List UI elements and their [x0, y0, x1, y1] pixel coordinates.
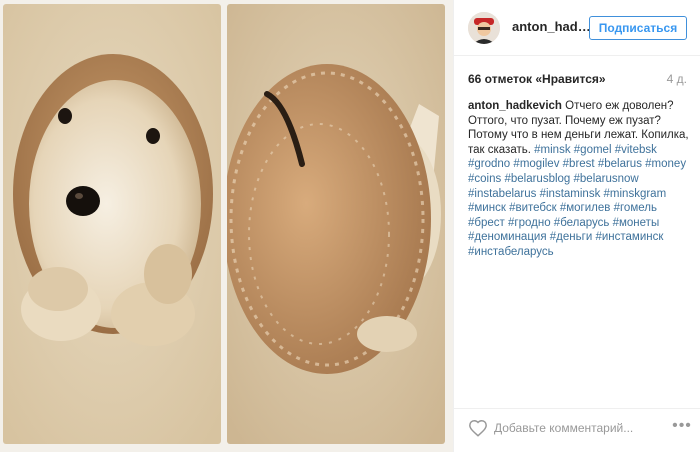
hashtag-link[interactable]: #instaminsk: [540, 188, 601, 200]
hashtag-link[interactable]: #гомель: [614, 202, 657, 214]
post-time[interactable]: 4 д.: [667, 72, 687, 86]
hashtag-link[interactable]: #grodno: [468, 158, 510, 170]
hashtag-link[interactable]: #деноминация: [468, 231, 547, 243]
hashtag-link[interactable]: #могилев: [560, 202, 611, 214]
hashtag-link[interactable]: #vitebsk: [615, 144, 657, 156]
comment-input[interactable]: [494, 417, 644, 439]
follow-button[interactable]: Подписаться: [589, 16, 687, 40]
hedgehog-side-photo: [227, 4, 445, 444]
hashtag-link[interactable]: #belarusnow: [574, 173, 639, 185]
hashtag-link[interactable]: #brest: [563, 158, 595, 170]
caption-author[interactable]: anton_hadkevich: [468, 100, 562, 112]
hashtag-link[interactable]: #mogilev: [513, 158, 559, 170]
avatar[interactable]: [468, 12, 500, 44]
hashtag-link[interactable]: #витебск: [509, 202, 557, 214]
hashtag-link[interactable]: #money: [645, 158, 686, 170]
hashtag-link[interactable]: #деньги: [550, 231, 592, 243]
likes-row: 66 отметок «Нравится» 4 д.: [468, 72, 687, 90]
hashtag-link[interactable]: #belarusblog: [504, 173, 570, 185]
post-photo[interactable]: [0, 0, 453, 452]
more-options-icon[interactable]: •••: [672, 418, 692, 438]
hedgehog-front-photo: [3, 4, 221, 444]
hashtag-link[interactable]: #монеты: [613, 217, 660, 229]
comment-bar: •••: [454, 408, 700, 452]
hashtag-link[interactable]: #instabelarus: [468, 188, 536, 200]
hedgehog-front-illustration: [3, 4, 221, 444]
post-caption: anton_hadkevich Отчего еж доволен? Оттог…: [468, 99, 693, 260]
hashtag-link[interactable]: #gomel: [574, 144, 612, 156]
hashtag-link[interactable]: #беларусь: [554, 217, 610, 229]
likes-count[interactable]: 66 отметок «Нравится»: [468, 72, 606, 86]
hashtag-link[interactable]: #инстаминск: [595, 231, 663, 243]
hedgehog-side-illustration: [227, 4, 445, 444]
hashtag-link[interactable]: #minskgram: [604, 188, 667, 200]
avatar-image: [468, 12, 500, 44]
hashtag-link[interactable]: #гродно: [508, 217, 551, 229]
heart-icon-glyph: [469, 419, 487, 437]
heart-icon[interactable]: [468, 419, 488, 437]
hashtag-link[interactable]: #minsk: [534, 144, 570, 156]
post-header: anton_hadk... Подписаться: [454, 0, 700, 56]
hashtag-link[interactable]: #брест: [468, 217, 505, 229]
hashtag-link[interactable]: #инстабеларусь: [468, 246, 554, 258]
hashtag-link[interactable]: #минск: [468, 202, 506, 214]
hashtag-link[interactable]: #coins: [468, 173, 501, 185]
username-link[interactable]: anton_hadk...: [512, 19, 594, 34]
hashtag-link[interactable]: #belarus: [598, 158, 642, 170]
post-sidebar: anton_hadk... Подписаться 66 отметок «Нр…: [453, 0, 700, 452]
